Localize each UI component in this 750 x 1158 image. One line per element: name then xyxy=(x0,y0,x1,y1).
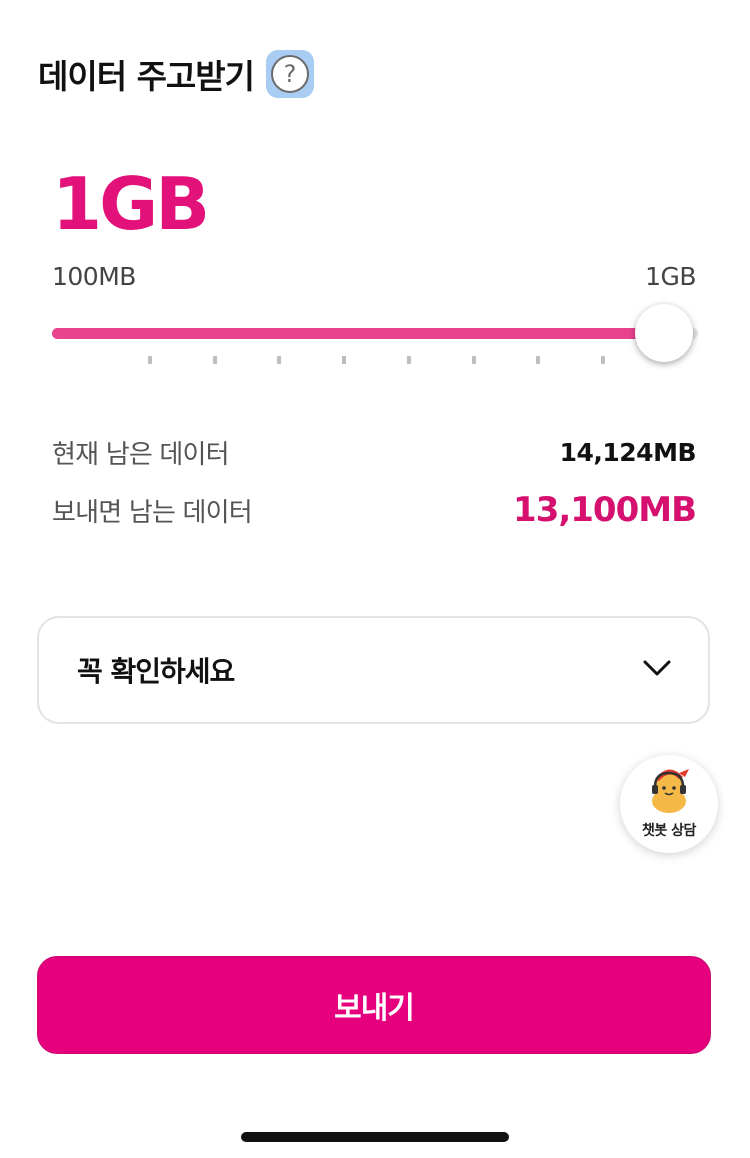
slider-tick xyxy=(277,356,282,364)
slider-tick xyxy=(148,356,152,364)
slider-tick xyxy=(342,356,347,364)
slider-max-label: 1GB xyxy=(645,262,696,291)
current-data-label: 현재 남은 데이터 xyxy=(52,440,230,470)
chatbot-button[interactable]: 챗봇 상담 xyxy=(620,755,718,853)
remaining-data-row: 보내면 남는 데이터 13,100MB xyxy=(52,490,697,530)
notice-accordion[interactable]: 꼭 확인하세요 xyxy=(37,616,710,724)
chatbot-character-icon xyxy=(643,763,695,819)
question-icon: ? xyxy=(271,55,310,93)
selected-amount: 1GB xyxy=(52,162,210,246)
slider-min-label: 100MB xyxy=(52,262,136,291)
header: 데이터 주고받기 ? xyxy=(38,50,315,98)
slider-tick xyxy=(471,356,476,364)
slider-tick xyxy=(212,356,217,364)
slider-fill xyxy=(52,328,664,339)
current-data-value: 14,124MB xyxy=(559,438,697,467)
help-button[interactable]: ? xyxy=(266,50,315,98)
page-title: 데이터 주고받기 xyxy=(38,57,255,96)
remaining-data-value: 13,100MB xyxy=(513,490,697,530)
chevron-down-icon xyxy=(642,659,672,681)
slider-tick xyxy=(536,356,541,364)
slider-thumb[interactable] xyxy=(635,304,693,362)
send-button[interactable]: 보내기 xyxy=(37,956,711,1054)
current-data-row: 현재 남은 데이터 14,124MB xyxy=(52,434,697,471)
remaining-data-label: 보내면 남는 데이터 xyxy=(52,497,253,528)
gift-data-screen: 데이터 주고받기 ? 1GB 100MB 1GB 현재 남은 데이터 14,12… xyxy=(0,0,750,1158)
chatbot-label: 챗봇 상담 xyxy=(642,823,696,839)
data-amount-slider[interactable] xyxy=(52,300,698,380)
slider-tick xyxy=(601,356,605,364)
slider-tick xyxy=(406,356,411,364)
home-indicator[interactable] xyxy=(241,1132,509,1142)
notice-label: 꼭 확인하세요 xyxy=(77,655,235,688)
